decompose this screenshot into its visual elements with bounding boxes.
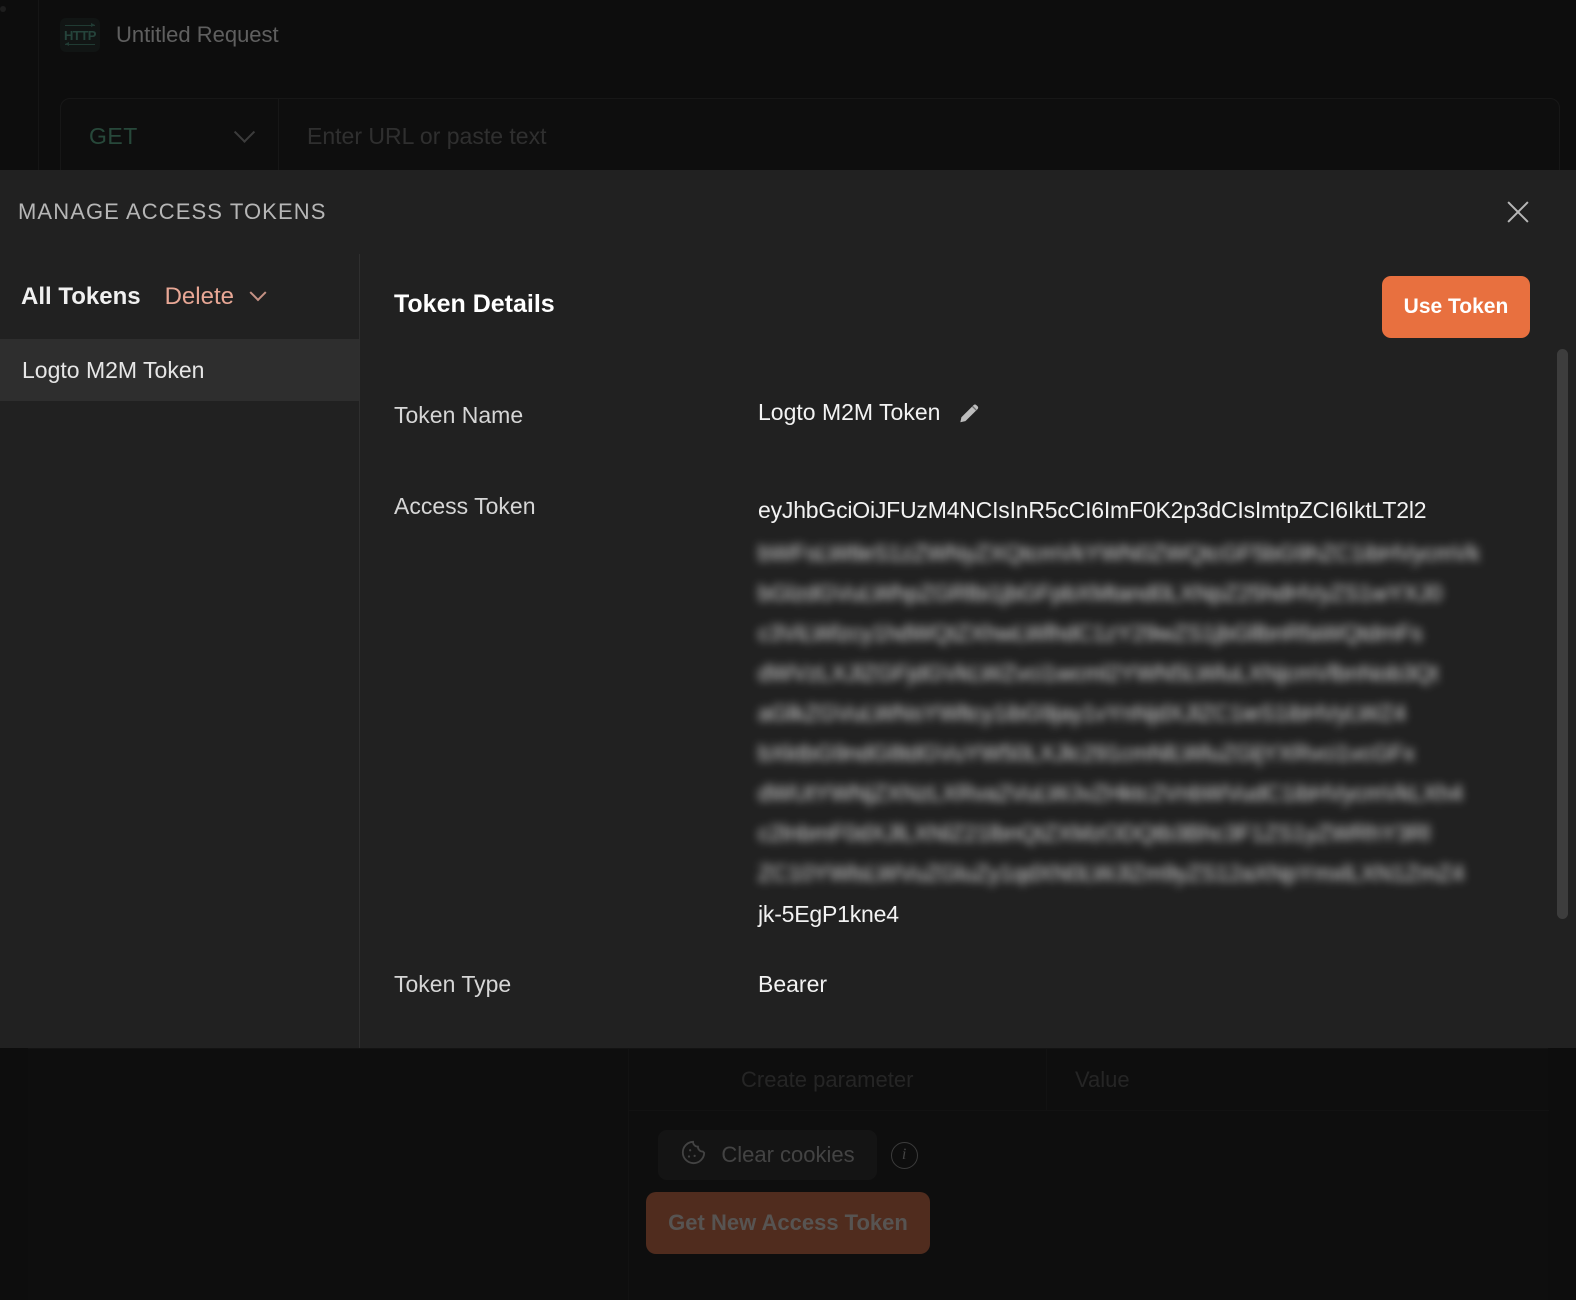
access-token-row: Access Token eyJhbGciOiJFUzM4NCIsInR5cCI… <box>394 493 1536 931</box>
access-token-value[interactable]: eyJhbGciOiJFUzM4NCIsInR5cCI6ImF0K2p3dCIs… <box>758 493 1518 931</box>
token-type-value: Bearer <box>758 971 828 997</box>
all-tokens-title: All Tokens <box>21 282 141 310</box>
tokens-sidebar-header: All Tokens Delete <box>0 254 359 339</box>
chevron-down-icon <box>249 283 267 301</box>
access-token-redacted-line: dWUtYWNjZXNzLXRva2VuLWJvZHktc2VnbWVudC1i… <box>758 780 1463 806</box>
token-name-value: Logto M2M Token <box>758 399 941 425</box>
token-type-row: Token Type Bearer <box>394 971 1536 998</box>
modal-body: All Tokens Delete Logto M2M Token Token … <box>0 254 1576 1048</box>
access-token-redacted-block: bWFsLWtleS1zZWNyZXQtcmVkYWN0ZWQtcGF5bG9h… <box>758 533 1518 893</box>
use-token-button[interactable]: Use Token <box>1382 276 1530 338</box>
access-token-redacted-line: c2lnbmF0dXJlLXNlZ21lbnQtZXMzODQtb3Bhc3F1… <box>758 820 1431 846</box>
token-details-pane: Token Details Use Token Token Name Logto… <box>360 254 1576 1048</box>
token-name-row: Token Name Logto M2M Token <box>394 396 1536 429</box>
delete-label: Delete <box>164 282 234 310</box>
access-token-redacted-line: bXktbG9ndG8tdGVuYW50LXJlc291cmNlLWluZGlj… <box>758 740 1415 766</box>
token-details-title: Token Details <box>394 290 555 318</box>
modal-header: MANAGE ACCESS TOKENS <box>0 170 1576 254</box>
edit-pencil-icon[interactable] <box>956 400 982 426</box>
manage-access-tokens-modal: MANAGE ACCESS TOKENS All Tokens Delete L… <box>0 170 1576 1048</box>
access-token-redacted-line: aGlkZGVuLWNsYWltcy1ibG9jay1vYnNjdXJlZC1i… <box>758 700 1406 726</box>
sidebar-item-logto-m2m-token[interactable]: Logto M2M Token <box>0 339 359 401</box>
app-root: HTTP Untitled Request GET Enter URL or p… <box>0 0 1576 1300</box>
access-token-last-line: jk-5EgP1kne4 <box>758 901 899 927</box>
access-token-redacted-line: ZC10YWlsLWVuZGluZy1qdXN0LWJlZm9yZS12aXNp… <box>758 860 1465 886</box>
close-icon[interactable] <box>1496 190 1540 234</box>
access-token-redacted-line: bGlzdGVuLWhpZGRlbi1jbGFpbXMtand0LXNpZ25h… <box>758 580 1443 606</box>
token-name-value-group: Logto M2M Token <box>758 396 982 429</box>
modal-scrollbar-thumb[interactable] <box>1557 349 1568 919</box>
token-details-header: Token Details Use Token <box>394 254 1536 372</box>
access-token-redacted-line: c3ViLWlzcy1hdWQtZXhwLWlhdC1zY29wZS1jbGll… <box>758 620 1423 646</box>
access-token-first-line: eyJhbGciOiJFUzM4NCIsInR5cCI6ImF0K2p3dCIs… <box>758 497 1427 523</box>
token-type-label: Token Type <box>394 971 512 997</box>
access-token-redacted-line: dWVzLXJlZGFjdGVkLWZvci1wcml2YWN5LWluLXNj… <box>758 660 1439 686</box>
tokens-sidebar: All Tokens Delete Logto M2M Token <box>0 254 360 1048</box>
access-token-redacted-line: bWFsLWtleS1zZWNyZXQtcmVkYWN0ZWQtcGF5bG9h… <box>758 540 1480 566</box>
delete-button[interactable]: Delete <box>164 282 267 311</box>
modal-title: MANAGE ACCESS TOKENS <box>18 199 327 224</box>
token-name-label: Token Name <box>394 402 524 428</box>
access-token-label: Access Token <box>394 493 536 519</box>
